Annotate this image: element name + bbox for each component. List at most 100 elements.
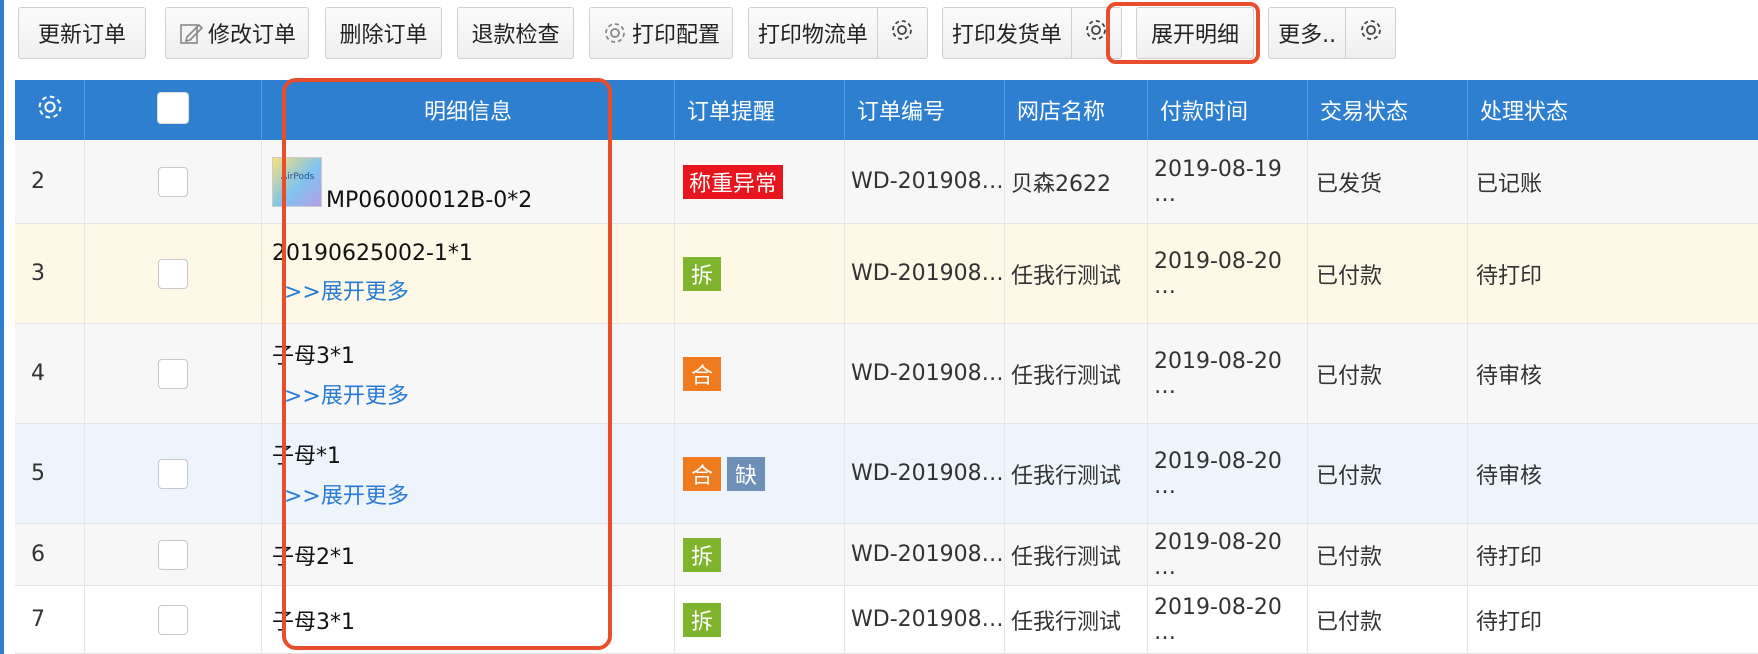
- row-checkbox[interactable]: [158, 358, 188, 389]
- order-remind-tag: 拆: [683, 256, 721, 291]
- order-remind-tag: 缺: [727, 456, 765, 491]
- refund-check-button[interactable]: 退款检查: [457, 7, 574, 59]
- delete-order-label: 删除订单: [339, 23, 428, 48]
- print-logistics-settings-button[interactable]: [876, 8, 927, 58]
- trade-status-cell: 已付款: [1308, 586, 1468, 653]
- shop-name-cell: 任我行测试: [1005, 324, 1148, 423]
- header-order-remind[interactable]: 订单提醒: [675, 80, 845, 140]
- shop-name-cell: 任我行测试: [1005, 424, 1148, 523]
- detail-text: MP06000012B-0*2: [326, 187, 533, 213]
- order-no-cell[interactable]: WD-201908…: [845, 524, 1005, 585]
- print-logistics-button[interactable]: 打印物流单: [749, 8, 877, 58]
- process-status-cell: 待审核: [1476, 463, 1543, 489]
- row-number: 4: [15, 324, 85, 423]
- row-select-cell: [85, 224, 262, 323]
- expand-more-link[interactable]: >>展开更多: [284, 478, 409, 510]
- row-select-cell: [85, 140, 262, 223]
- update-order-button[interactable]: 更新订单: [18, 7, 146, 59]
- trade-status-cell: 已付款: [1308, 324, 1468, 423]
- process-status-cell: 待打印: [1476, 609, 1543, 635]
- detail-text: 子母3*1: [272, 609, 355, 635]
- order-no-cell[interactable]: WD-201908…: [845, 586, 1005, 653]
- header-process-status[interactable]: 处理状态: [1468, 80, 1758, 140]
- detail-text: 20190625002-1*1: [272, 241, 473, 266]
- order-remind-cell: 拆: [675, 586, 845, 653]
- modify-order-button[interactable]: 修改订单: [165, 7, 309, 59]
- header-detail-info[interactable]: 明细信息: [262, 80, 675, 140]
- process-status-cell: 已记账: [1476, 171, 1543, 197]
- trade-status-cell: 已付款: [1308, 524, 1468, 585]
- expand-detail-button[interactable]: 展开明细: [1136, 7, 1254, 59]
- delete-order-button[interactable]: 删除订单: [325, 7, 442, 59]
- header-pay-time[interactable]: 付款时间: [1148, 80, 1308, 140]
- header-process-status-label: 处理状态: [1480, 100, 1569, 125]
- gear-icon: [35, 92, 65, 128]
- header-shop-name-label: 网店名称: [1017, 100, 1106, 125]
- process-status-cell: 待打印: [1476, 263, 1543, 289]
- trade-status-cell: 已付款: [1308, 224, 1468, 323]
- more-button[interactable]: 更多..: [1269, 8, 1345, 58]
- header-order-remind-label: 订单提醒: [687, 100, 776, 125]
- print-config-button[interactable]: 打印配置: [589, 7, 733, 59]
- gear-icon: [602, 20, 628, 46]
- order-remind-tag: 合: [683, 456, 721, 491]
- edit-icon: [178, 20, 204, 46]
- gear-icon: [889, 17, 915, 49]
- detail-text: 子母3*1: [272, 343, 355, 369]
- row-checkbox[interactable]: [158, 166, 188, 197]
- select-all-checkbox[interactable]: [157, 92, 189, 124]
- pay-time-cell: 2019-08-19 …: [1148, 140, 1308, 223]
- header-select-all: [85, 80, 262, 140]
- column-settings-button[interactable]: [15, 80, 85, 140]
- detail-text: 子母2*1: [272, 544, 355, 570]
- table-row[interactable]: 3 20190625002-1*1 >>展开更多 拆 WD-201908… 任我行…: [15, 224, 1758, 324]
- row-checkbox[interactable]: [158, 258, 188, 289]
- row-checkbox[interactable]: [158, 539, 188, 570]
- table-row[interactable]: 7 子母3*1 拆 WD-201908… 任我行测试 2019-08-20 … …: [15, 586, 1758, 654]
- print-delivery-button[interactable]: 打印发货单: [943, 8, 1071, 58]
- row-checkbox[interactable]: [158, 604, 188, 635]
- print-config-label: 打印配置: [631, 23, 720, 48]
- expand-detail-label: 展开明细: [1150, 23, 1239, 48]
- table-row[interactable]: 6 子母2*1 拆 WD-201908… 任我行测试 2019-08-20 … …: [15, 524, 1758, 586]
- table-row[interactable]: 5 子母*1 >>展开更多 合缺 WD-201908… 任我行测试 2019-08…: [15, 424, 1758, 524]
- detail-info-cell: 子母3*1 >>展开更多: [262, 324, 675, 423]
- pay-time-cell: 2019-08-20 …: [1148, 224, 1308, 323]
- row-number: 7: [15, 586, 85, 653]
- order-no-cell[interactable]: WD-201908…: [845, 324, 1005, 423]
- more-settings-button[interactable]: [1345, 8, 1395, 58]
- header-order-no-label: 订单编号: [857, 100, 946, 125]
- order-no-cell[interactable]: WD-201908…: [845, 140, 1005, 223]
- order-no-cell[interactable]: WD-201908…: [845, 224, 1005, 323]
- detail-info-cell: 子母2*1: [262, 524, 675, 585]
- shop-name-cell: 贝森2622: [1005, 140, 1148, 223]
- thumbnail-text: AirPods: [281, 171, 315, 182]
- pay-time-cell: 2019-08-20 …: [1148, 586, 1308, 653]
- order-remind-tag: 合: [683, 356, 721, 391]
- row-checkbox[interactable]: [158, 458, 188, 489]
- order-no-cell[interactable]: WD-201908…: [845, 424, 1005, 523]
- header-detail-info-label: 明细信息: [423, 100, 512, 125]
- gear-icon: [1083, 17, 1109, 49]
- table-row[interactable]: 4 子母3*1 >>展开更多 合 WD-201908… 任我行测试 2019-08…: [15, 324, 1758, 424]
- header-shop-name[interactable]: 网店名称: [1005, 80, 1148, 140]
- print-delivery-settings-button[interactable]: [1070, 8, 1121, 58]
- expand-more-link[interactable]: >>展开更多: [284, 378, 409, 410]
- header-trade-status[interactable]: 交易状态: [1308, 80, 1468, 140]
- shop-name-cell: 任我行测试: [1005, 224, 1148, 323]
- shop-name-cell: 任我行测试: [1005, 586, 1148, 653]
- table-row[interactable]: 2 AirPods MP06000012B-0*2 称重异常 WD-201908…: [15, 140, 1758, 224]
- process-status-cell: 待审核: [1476, 363, 1543, 389]
- detail-info-cell: AirPods MP06000012B-0*2: [262, 140, 675, 223]
- order-remind-tag: 拆: [683, 537, 721, 572]
- row-select-cell: [85, 524, 262, 585]
- detail-info-cell: 20190625002-1*1 >>展开更多: [262, 224, 675, 323]
- expand-more-link[interactable]: >>展开更多: [284, 274, 409, 306]
- print-delivery-split-button: 打印发货单: [942, 7, 1122, 59]
- header-pay-time-label: 付款时间: [1160, 100, 1249, 125]
- header-order-no[interactable]: 订单编号: [845, 80, 1005, 140]
- update-order-label: 更新订单: [37, 23, 126, 48]
- process-status-cell: 待打印: [1476, 544, 1543, 570]
- order-remind-cell: 合缺: [675, 424, 845, 523]
- detail-info-cell: 子母3*1: [262, 586, 675, 653]
